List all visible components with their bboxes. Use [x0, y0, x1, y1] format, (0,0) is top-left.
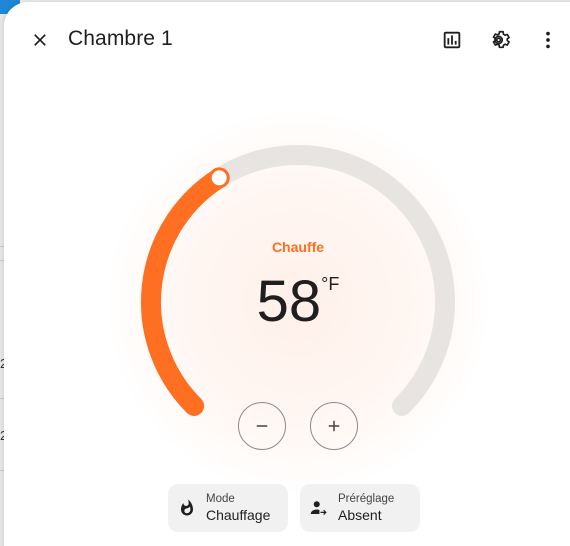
dialog-header: Chambre 1 — [4, 2, 570, 78]
close-icon — [34, 34, 46, 46]
thermostat-dial: Chauffe 58°F — [108, 112, 488, 492]
more-options-button[interactable] — [532, 24, 564, 56]
minus-icon — [256, 425, 268, 427]
fire-icon — [181, 499, 193, 516]
account-arrow-icon — [310, 501, 327, 515]
decrease-temperature-button[interactable] — [238, 402, 286, 450]
close-button[interactable] — [24, 24, 56, 56]
chip-label: Mode — [206, 493, 235, 505]
temperature-unit: °F — [321, 274, 340, 294]
hvac-action-label: Chauffe — [271, 239, 325, 255]
dialog-title: Chambre 1 — [68, 27, 173, 50]
chip-value: Absent — [338, 507, 382, 523]
gear-icon — [492, 30, 510, 49]
chart-box-icon — [443, 31, 461, 49]
chip-value: Chauffage — [206, 507, 271, 523]
target-temperature-value: 58 — [256, 269, 322, 334]
dots-vertical-icon — [546, 31, 550, 49]
chip-label: Préréglage — [338, 493, 395, 505]
more-info-dialog: Chambre 1 Chauffe 58°F Mode Chauffage Pr… — [4, 2, 570, 546]
settings-button[interactable] — [484, 24, 516, 56]
plus-icon — [328, 420, 340, 432]
target-temperature: 58°F — [108, 270, 488, 334]
preset-mode-chip[interactable]: Préréglage Absent — [300, 484, 420, 532]
dial-handle[interactable] — [208, 167, 230, 189]
increase-temperature-button[interactable] — [310, 402, 358, 450]
hvac-mode-chip[interactable]: Mode Chauffage — [168, 484, 288, 532]
history-button[interactable] — [436, 24, 468, 56]
